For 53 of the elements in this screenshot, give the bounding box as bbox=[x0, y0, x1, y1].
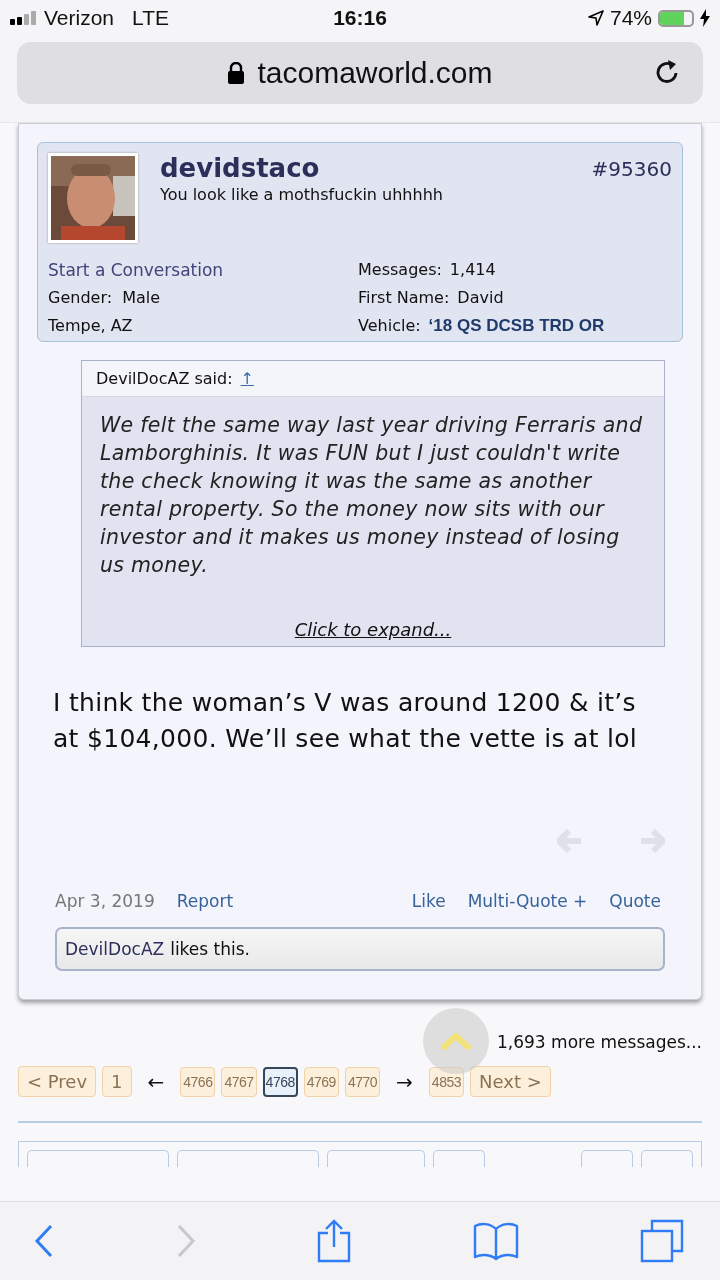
report-link[interactable]: Report bbox=[176, 891, 234, 911]
post-action-link[interactable]: Multi-Quote + bbox=[467, 891, 588, 911]
user-title: You look like a mothsfuckin uhhhhh bbox=[160, 185, 444, 204]
profile-field: Gender: Male bbox=[48, 287, 358, 309]
field-label: First Name: bbox=[358, 287, 450, 309]
ellipsis-arrow: ← bbox=[147, 1069, 165, 1094]
liker-link[interactable]: DevilDocAZ bbox=[65, 939, 165, 959]
page-link[interactable]: Next > bbox=[470, 1066, 551, 1097]
caret-up-icon bbox=[441, 1032, 471, 1050]
post-date: Apr 3, 2019 bbox=[55, 891, 155, 911]
page-link[interactable]: 4766 bbox=[180, 1066, 216, 1097]
tabs-icon[interactable] bbox=[640, 1219, 684, 1263]
field-value: David bbox=[457, 287, 504, 309]
username[interactable]: devidstaco bbox=[160, 153, 592, 183]
ellipsis-arrow: → bbox=[396, 1069, 413, 1094]
signal-icon bbox=[10, 11, 38, 25]
expand-link[interactable]: Click to expand... bbox=[294, 619, 452, 640]
field-label: Vehicle: bbox=[358, 315, 421, 337]
field-value: 1,414 bbox=[449, 259, 496, 281]
page-link[interactable]: 4770 bbox=[344, 1066, 381, 1097]
battery-percent: 74% bbox=[609, 6, 652, 30]
message-text: I think the woman’s V was around 1200 & it’s at $104,000. We’ll see what the vette is at lol bbox=[53, 687, 639, 755]
network-type: LTE bbox=[132, 6, 169, 30]
start-conversation-link[interactable]: Start a Conversation bbox=[48, 259, 358, 281]
address-bar[interactable]: tacomaworld.com bbox=[17, 42, 703, 104]
battery-icon bbox=[658, 9, 694, 27]
quote-author: DevilDocAZ said: bbox=[96, 369, 233, 388]
more-messages-text: 1,693 more messages... bbox=[497, 1032, 702, 1052]
clock: 16:16 bbox=[333, 6, 387, 30]
back-icon[interactable] bbox=[34, 1224, 54, 1258]
charging-bolt-icon bbox=[700, 9, 710, 27]
post-action-link[interactable]: Quote bbox=[609, 891, 661, 911]
bookmarks-icon[interactable] bbox=[472, 1221, 519, 1261]
field-label: Messages: bbox=[358, 259, 442, 281]
post-number[interactable]: #95360 bbox=[591, 157, 672, 181]
field-value: ‘18 QS DCSB TRD OR bbox=[428, 315, 605, 337]
page-link[interactable]: 4853 bbox=[428, 1066, 464, 1097]
carrier: Verizon bbox=[44, 6, 115, 30]
share-icon[interactable] bbox=[317, 1219, 351, 1263]
lock-icon bbox=[227, 62, 246, 84]
quote-text: We felt the same way last year driving Ferraris and Lamborghinis. It was FUN but I just couldn't write the check knowing it was the same as another rental property. So the money now sits with our investor and it makes us money instead of losing us money. bbox=[100, 412, 644, 579]
profile-field: Tempe, AZ bbox=[48, 315, 358, 337]
page-link[interactable]: 1 bbox=[102, 1066, 132, 1097]
page-link[interactable]: 4767 bbox=[221, 1066, 257, 1097]
likes-text: likes this. bbox=[170, 939, 250, 959]
jump-to-quote-link[interactable]: ↑ bbox=[240, 369, 254, 388]
page-link[interactable]: 4768 bbox=[262, 1066, 298, 1097]
forward-icon[interactable] bbox=[175, 1224, 196, 1258]
post-action-link[interactable]: Like bbox=[411, 891, 446, 911]
page-link[interactable]: < Prev bbox=[18, 1066, 97, 1097]
page-link[interactable]: 4769 bbox=[303, 1066, 339, 1097]
url-domain: tacomaworld.com bbox=[257, 56, 493, 90]
location-arrow-icon bbox=[587, 10, 604, 26]
